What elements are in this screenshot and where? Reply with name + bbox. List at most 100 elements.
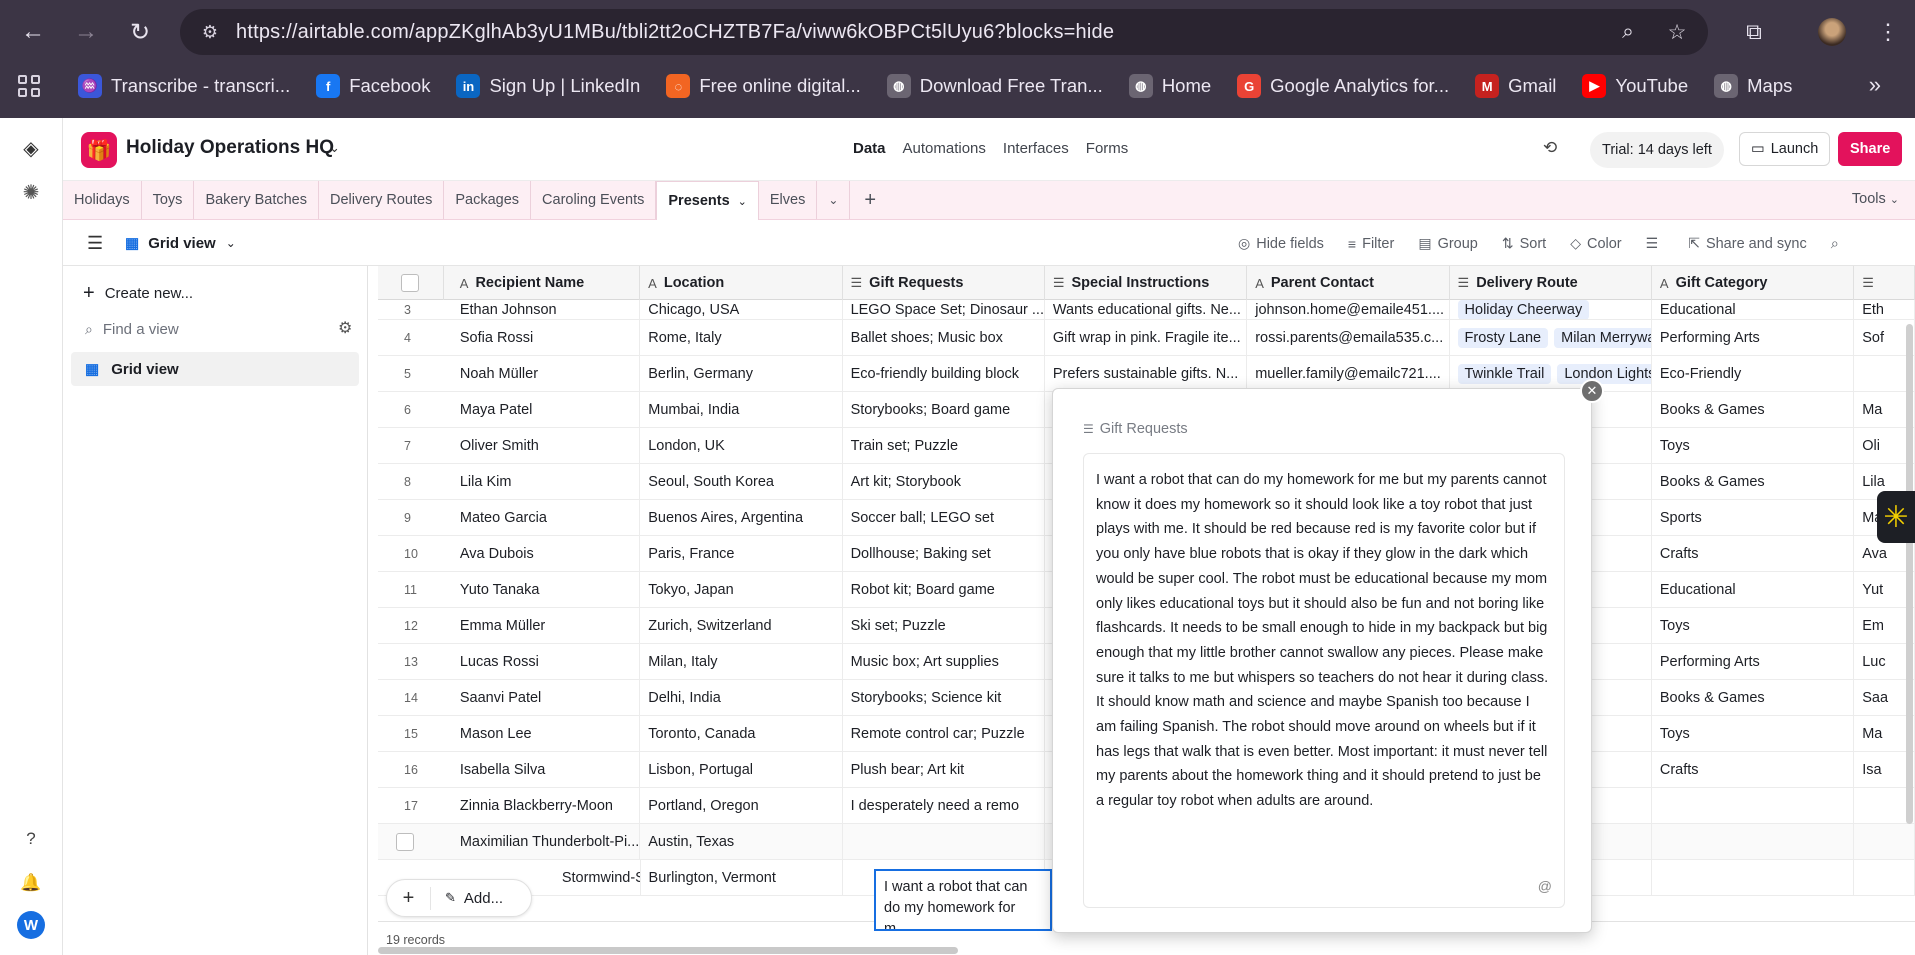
create-view-button[interactable]: + Create new...	[83, 282, 193, 305]
share-button[interactable]: Share	[1838, 132, 1903, 166]
cell-recipient-name[interactable]: Saanvi Patel	[444, 680, 641, 715]
column-header-gift-requests[interactable]: ☰ Gift Requests	[843, 266, 1045, 300]
bookmark-item[interactable]: in Sign Up | LinkedIn	[456, 74, 640, 98]
column-header-location[interactable]: A Location	[640, 266, 843, 300]
cell-location[interactable]: Chicago, USA	[640, 300, 843, 319]
bookmark-item[interactable]: ◍ Maps	[1714, 74, 1792, 98]
cell-location[interactable]: Milan, Italy	[640, 644, 843, 679]
url-text[interactable]: https://airtable.com/appZKglhAb3yU1MBu/t…	[236, 21, 1114, 44]
cell-gift-category[interactable]: Books & Games	[1652, 680, 1855, 715]
cell-recipient-name[interactable]: Lila Kim	[444, 464, 641, 499]
close-icon[interactable]: ✕	[1580, 379, 1604, 403]
active-cell-gift-requests[interactable]: I want a robot that can do my homework f…	[874, 869, 1052, 931]
nav-interfaces[interactable]: Interfaces	[1003, 140, 1069, 157]
cell-gift-requests[interactable]: Dollhouse; Baking set	[843, 536, 1045, 571]
cell-gift-requests[interactable]	[843, 824, 1045, 859]
tab-elves[interactable]: Elves	[759, 181, 818, 219]
column-header-special-instructions[interactable]: ☰ Special Instructions	[1045, 266, 1248, 300]
cell-gift-category[interactable]: Eco-Friendly	[1652, 356, 1855, 391]
apps-grid-icon[interactable]	[18, 75, 40, 97]
cell-location[interactable]: London, UK	[640, 428, 843, 463]
cell-gift-category[interactable]	[1652, 860, 1855, 895]
cell-extra[interactable]	[1854, 824, 1915, 859]
cell-gift-requests[interactable]: Eco-friendly building block	[843, 356, 1045, 391]
bookmark-item[interactable]: ▶ YouTube	[1582, 74, 1688, 98]
tab-holidays[interactable]: Holidays	[63, 181, 142, 219]
cell-location[interactable]: Mumbai, India	[640, 392, 843, 427]
help-icon[interactable]: ?	[17, 825, 45, 853]
nav-automations[interactable]: Automations	[903, 140, 986, 157]
column-header-delivery-route[interactable]: ☰ Delivery Route	[1450, 266, 1652, 300]
cell-location[interactable]: Paris, France	[640, 536, 843, 571]
user-avatar[interactable]: W	[17, 911, 45, 939]
bookmark-star-icon[interactable]: ☆	[1662, 17, 1692, 47]
tab-packages[interactable]: Packages	[444, 181, 532, 219]
view-switcher[interactable]: ▦ Grid view ⌄	[125, 234, 236, 253]
extensions-icon[interactable]: ⧉	[1736, 14, 1772, 50]
horizontal-scrollbar[interactable]	[378, 947, 958, 954]
cell-recipient-name[interactable]: Sofia Rossi	[444, 320, 641, 355]
cell-location[interactable]: Tokyo, Japan	[640, 572, 843, 607]
bookmark-item[interactable]: ◍ Download Free Tran...	[886, 74, 1103, 98]
cell-location[interactable]: Rome, Italy	[640, 320, 843, 355]
cell-special-instructions[interactable]: Wants educational gifts. Ne...	[1045, 300, 1248, 319]
long-text-editor[interactable]: I want a robot that can do my homework f…	[1083, 453, 1565, 908]
select-all-checkbox[interactable]	[378, 266, 444, 300]
cell-location[interactable]: Berlin, Germany	[640, 356, 843, 391]
zoom-search-icon[interactable]: ⌕	[1613, 17, 1643, 47]
tab-caroling-events[interactable]: Caroling Events	[531, 181, 657, 219]
add-extension-button[interactable]: ✎ Add...	[445, 890, 503, 907]
cell-gift-requests[interactable]: I desperately need a remo	[843, 788, 1045, 823]
cell-location[interactable]: Seoul, South Korea	[640, 464, 843, 499]
cell-location[interactable]: Buenos Aires, Argentina	[640, 500, 843, 535]
cell-gift-category[interactable]	[1652, 788, 1855, 823]
base-name[interactable]: Holiday Operations HQ	[126, 137, 334, 159]
cell-recipient-name[interactable]: Zinnia Blackberry-Moon	[444, 788, 641, 823]
cell-gift-category[interactable]: Toys	[1652, 428, 1855, 463]
route-chip[interactable]: London Lights	[1557, 363, 1651, 384]
cell-delivery-route[interactable]: Frosty LaneMilan Merryway	[1450, 320, 1652, 355]
bookmark-item[interactable]: ◌ Free online digital...	[666, 74, 861, 98]
cell-gift-category[interactable]: Educational	[1652, 300, 1855, 319]
long-text-content[interactable]: I want a robot that can do my homework f…	[1096, 472, 1548, 809]
row-checkbox[interactable]	[396, 832, 414, 851]
airtable-logo-icon[interactable]: ◈	[17, 134, 45, 162]
bookmark-item[interactable]: ♒ Transcribe - transcri...	[78, 74, 290, 98]
cell-gift-category[interactable]: Toys	[1652, 716, 1855, 751]
cell-location[interactable]: Lisbon, Portugal	[640, 752, 843, 787]
tools-menu[interactable]: Tools ⌄	[1852, 191, 1899, 207]
cell-gift-category[interactable]: Books & Games	[1652, 464, 1855, 499]
cell-gift-category[interactable]	[1652, 824, 1855, 859]
cell-gift-requests[interactable]: Storybooks; Science kit	[843, 680, 1045, 715]
cell-gift-category[interactable]: Performing Arts	[1652, 320, 1855, 355]
site-settings-icon[interactable]: ⚙	[196, 22, 224, 43]
route-chip[interactable]: Holiday Cheerway	[1457, 300, 1590, 319]
cell-recipient-name[interactable]: Oliver Smith	[444, 428, 641, 463]
column-header-parent-contact[interactable]: A Parent Contact	[1247, 266, 1450, 300]
address-bar[interactable]: ⚙ https://airtable.com/appZKglhAb3yU1MBu…	[180, 9, 1708, 55]
omni-icon[interactable]: ✺	[17, 178, 45, 206]
tab-toys[interactable]: Toys	[142, 181, 195, 219]
find-view-input[interactable]: ⌕ Find a view	[85, 314, 347, 344]
route-chip[interactable]: Milan Merryway	[1554, 327, 1651, 348]
notifications-bell-icon[interactable]: 🔔	[17, 869, 45, 897]
cell-gift-category[interactable]: Crafts	[1652, 752, 1855, 787]
tab-bakery-batches[interactable]: Bakery Batches	[194, 181, 319, 219]
cell-location[interactable]: Toronto, Canada	[640, 716, 843, 751]
trial-badge[interactable]: Trial: 14 days left	[1590, 132, 1724, 168]
cell-gift-category[interactable]: Toys	[1652, 608, 1855, 643]
cell-gift-category[interactable]: Performing Arts	[1652, 644, 1855, 679]
cell-recipient-name[interactable]: Ethan Johnson	[444, 300, 641, 319]
history-icon[interactable]: ⟲	[1543, 138, 1557, 158]
hide-fields-button[interactable]: ◎ Hide fields	[1238, 235, 1324, 252]
filter-button[interactable]: ≡ Filter	[1348, 236, 1394, 252]
route-chip[interactable]: Twinkle Trail	[1457, 363, 1552, 384]
cell-gift-requests[interactable]: Soccer ball; LEGO set	[843, 500, 1045, 535]
search-icon[interactable]: ⌕	[1831, 236, 1839, 252]
vertical-scrollbar[interactable]	[1906, 324, 1913, 824]
column-header-extra[interactable]: ☰	[1854, 266, 1915, 300]
cell-special-instructions[interactable]: Gift wrap in pink. Fragile ite...	[1045, 320, 1248, 355]
bookmark-item[interactable]: f Facebook	[316, 74, 430, 98]
cell-recipient-name[interactable]: Mason Lee	[444, 716, 641, 751]
cell-parent-contact[interactable]: mueller.family@emailc721....	[1247, 356, 1450, 391]
